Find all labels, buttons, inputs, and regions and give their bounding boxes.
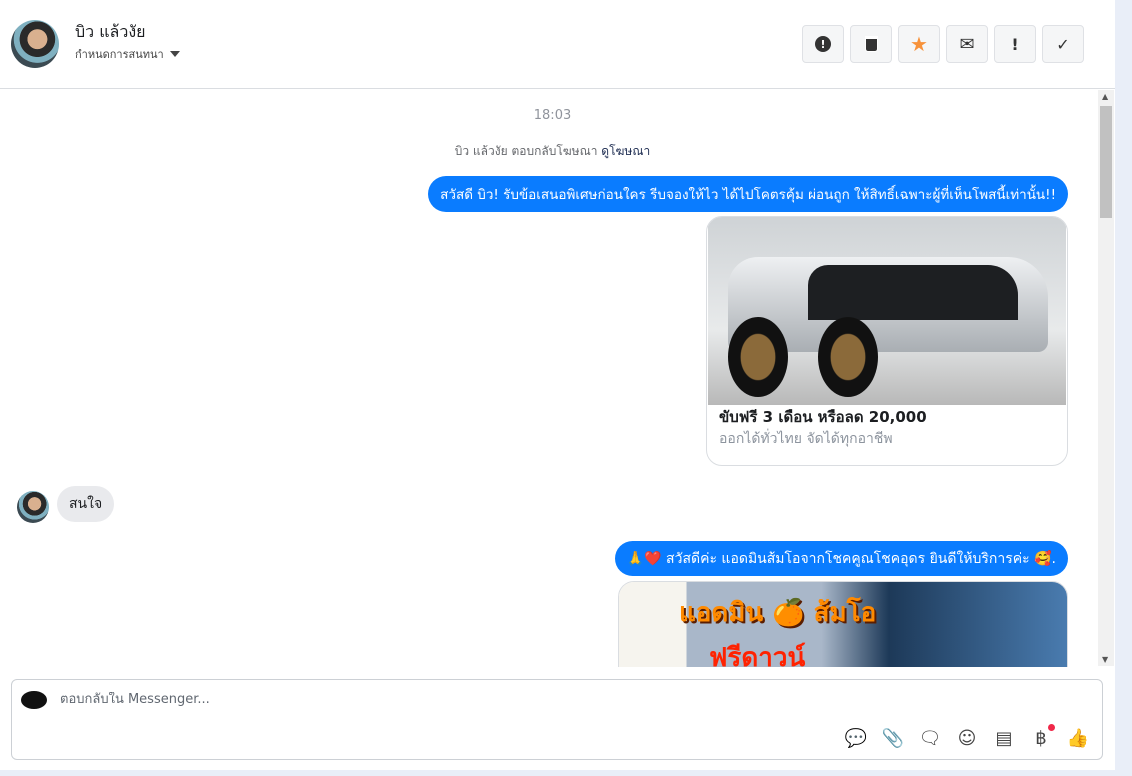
report-spam-button[interactable]: ! <box>802 25 844 63</box>
note-icon[interactable]: ▤ <box>992 728 1016 749</box>
conversation-schedule-dropdown[interactable]: กำหนดการสนทนา <box>75 45 180 63</box>
follow-up-button[interactable]: ! <box>994 25 1036 63</box>
envelope-icon: ✉ <box>959 33 975 55</box>
message-thread: 18:03 บิว แล้วงัย ตอบกลับโฆษณา ดูโฆษณา ส… <box>0 90 1098 667</box>
message-bubble-outgoing: สวัสดี บิว! รับข้อเสนอพิเศษก่อนใคร รีบจอ… <box>428 176 1068 212</box>
saved-reply-icon[interactable]: 💬 <box>844 728 868 749</box>
message-input[interactable] <box>60 692 660 707</box>
header-actions: ! ★ ✉ ! ✓ <box>802 25 1084 63</box>
mark-done-button[interactable]: ✓ <box>1042 25 1084 63</box>
timestamp: 18:03 <box>533 108 572 123</box>
card-subtitle: ออกได้ทั่วไทย จัดได้ทุกอาชีพ <box>719 431 893 447</box>
admin-banner-image: แอดมิน 🍊 ส้มโอ ฟรีดาวน์ <box>619 582 1067 667</box>
alert-circle-icon: ! <box>815 36 831 52</box>
contact-name: บิว แล้วงัย <box>75 22 146 41</box>
star-button[interactable]: ★ <box>898 25 940 63</box>
scrollbar-thumb[interactable] <box>1100 106 1112 218</box>
emoji-icon[interactable]: ☺ <box>955 728 979 749</box>
sender-avatar <box>17 491 49 523</box>
view-ad-link[interactable]: ดูโฆษณา <box>601 144 650 158</box>
star-icon: ★ <box>910 32 928 56</box>
message-bubble-outgoing: 🙏❤️ สวัสดีค่ะ แอดมินส้มโอจากโชคคูณโชคอุด… <box>614 541 1068 576</box>
conversation-header: บิว แล้วงัย กำหนดการสนทนา ! ★ ✉ ! ✓ <box>0 0 1115 89</box>
composer-tools: 💬 📎 🗨 ☺ ▤ ฿ 👍 <box>844 724 1090 749</box>
paperclip-icon[interactable]: 📎 <box>881 728 905 749</box>
page-avatar <box>21 691 47 709</box>
scroll-up-icon[interactable]: ▲ <box>1102 92 1108 101</box>
thumbs-up-icon[interactable]: 👍 <box>1066 728 1090 749</box>
ad-reply-notice: บิว แล้วงัย ตอบกลับโฆษณา ดูโฆษณา <box>0 142 1098 161</box>
caret-down-icon <box>169 51 180 57</box>
composer: 💬 📎 🗨 ☺ ▤ ฿ 👍 <box>11 679 1103 760</box>
car-image <box>708 217 1066 405</box>
schedule-label: กำหนดการสนทนา <box>75 48 164 61</box>
exclamation-icon: ! <box>1011 34 1019 54</box>
trash-icon <box>864 36 878 52</box>
message-bubble-incoming: สนใจ <box>57 486 115 522</box>
conversation-panel: บิว แล้วงัย กำหนดการสนทนา ! ★ ✉ ! ✓ 18:0… <box>0 0 1115 770</box>
quick-replies-icon[interactable]: 🗨 <box>918 728 942 749</box>
notification-dot <box>1048 724 1055 731</box>
delete-button[interactable] <box>850 25 892 63</box>
card-title: ขับฟรี 3 เดือน หรือลด 20,000 <box>719 408 927 426</box>
check-icon: ✓ <box>1056 34 1070 54</box>
payment-baht-icon[interactable]: ฿ <box>1029 724 1055 749</box>
image-attachment[interactable]: แอดมิน 🍊 ส้มโอ ฟรีดาวน์ <box>618 581 1068 667</box>
contact-avatar[interactable] <box>11 20 59 68</box>
mark-unread-button[interactable]: ✉ <box>946 25 988 63</box>
scrollbar[interactable]: ▲ ▼ <box>1098 90 1114 666</box>
banner-text-2: ฟรีดาวน์ <box>709 643 806 667</box>
scroll-down-icon[interactable]: ▼ <box>1102 655 1108 664</box>
ad-card[interactable]: ขับฟรี 3 เดือน หรือลด 20,000 ออกได้ทั่วไ… <box>706 216 1068 466</box>
ad-reply-text: บิว แล้วงัย ตอบกลับโฆษณา <box>454 144 598 158</box>
banner-text: แอดมิน 🍊 ส้มโอ <box>679 598 877 628</box>
